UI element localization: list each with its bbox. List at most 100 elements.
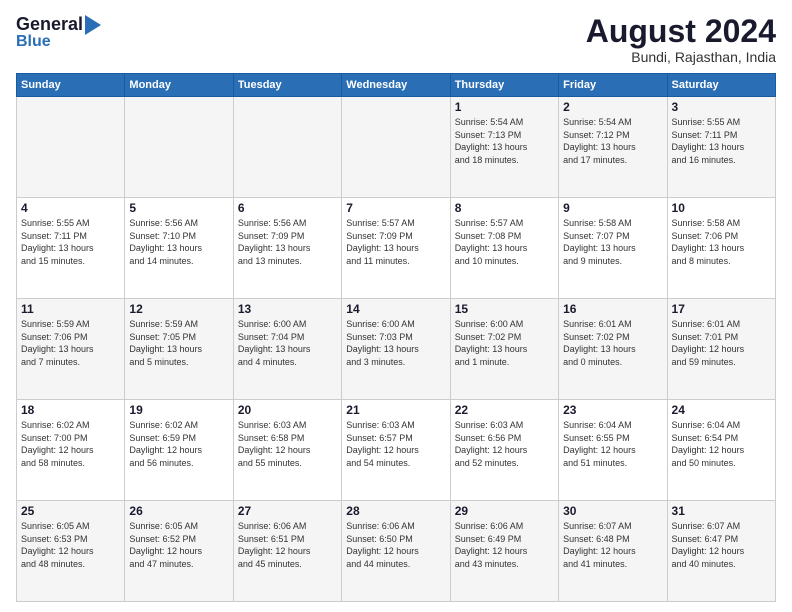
calendar-cell: 6 Sunrise: 5:56 AMSunset: 7:09 PMDaylight… bbox=[233, 198, 341, 299]
calendar-cell: 18 Sunrise: 6:02 AMSunset: 7:00 PMDayligh… bbox=[17, 400, 125, 501]
calendar-cell: 8Sunrise: 5:57 AMSunset: 7:08 PMDaylight… bbox=[450, 198, 558, 299]
calendar-body: 1Sunrise: 5:54 AMSunset: 7:13 PMDaylight… bbox=[17, 97, 776, 602]
calendar-cell: 14 Sunrise: 6:00 AMSunset: 7:03 PMDayligh… bbox=[342, 299, 450, 400]
day-number: 16 bbox=[563, 302, 662, 316]
day-info: Sunrise: 6:02 AMSunset: 7:00 PMDaylight:… bbox=[21, 419, 120, 469]
day-number: 2 bbox=[563, 100, 662, 114]
calendar-week-2: 4 Sunrise: 5:55 AMSunset: 7:11 PMDaylight… bbox=[17, 198, 776, 299]
day-number: 5 bbox=[129, 201, 228, 215]
calendar-cell: 29 Sunrise: 6:06 AMSunset: 6:49 PMDayligh… bbox=[450, 501, 558, 602]
col-tuesday: Tuesday bbox=[233, 74, 341, 97]
day-number: 13 bbox=[238, 302, 337, 316]
day-info: Sunrise: 6:03 AMSunset: 6:57 PMDaylight:… bbox=[346, 419, 445, 469]
day-number: 31 bbox=[672, 504, 771, 518]
day-info: Sunrise: 6:07 AMSunset: 6:48 PMDaylight:… bbox=[563, 520, 662, 570]
day-number: 4 bbox=[21, 201, 120, 215]
calendar-cell: 1Sunrise: 5:54 AMSunset: 7:13 PMDaylight… bbox=[450, 97, 558, 198]
calendar-cell: 2Sunrise: 5:54 AMSunset: 7:12 PMDaylight… bbox=[559, 97, 667, 198]
day-number: 27 bbox=[238, 504, 337, 518]
title-block: August 2024 Bundi, Rajasthan, India bbox=[586, 14, 776, 65]
day-number: 11 bbox=[21, 302, 120, 316]
day-info: Sunrise: 5:58 AMSunset: 7:06 PMDaylight:… bbox=[672, 217, 771, 267]
logo-blue-label: Blue bbox=[16, 33, 51, 51]
calendar-cell: 30Sunrise: 6:07 AMSunset: 6:48 PMDayligh… bbox=[559, 501, 667, 602]
day-number: 29 bbox=[455, 504, 554, 518]
day-number: 15 bbox=[455, 302, 554, 316]
calendar-cell: 27Sunrise: 6:06 AMSunset: 6:51 PMDayligh… bbox=[233, 501, 341, 602]
day-number: 26 bbox=[129, 504, 228, 518]
day-number: 19 bbox=[129, 403, 228, 417]
calendar-cell: 20Sunrise: 6:03 AMSunset: 6:58 PMDayligh… bbox=[233, 400, 341, 501]
calendar-cell bbox=[342, 97, 450, 198]
day-number: 12 bbox=[129, 302, 228, 316]
calendar-cell: 16Sunrise: 6:01 AMSunset: 7:02 PMDayligh… bbox=[559, 299, 667, 400]
day-number: 24 bbox=[672, 403, 771, 417]
main-title: August 2024 bbox=[586, 14, 776, 49]
calendar-cell: 11 Sunrise: 5:59 AMSunset: 7:06 PMDayligh… bbox=[17, 299, 125, 400]
day-info: Sunrise: 5:55 AMSunset: 7:11 PMDaylight:… bbox=[672, 116, 771, 166]
day-info: Sunrise: 6:06 AMSunset: 6:49 PMDaylight:… bbox=[455, 520, 554, 570]
col-thursday: Thursday bbox=[450, 74, 558, 97]
day-number: 14 bbox=[346, 302, 445, 316]
header-row: Sunday Monday Tuesday Wednesday Thursday… bbox=[17, 74, 776, 97]
logo-text: General bbox=[16, 14, 103, 35]
calendar-cell: 12 Sunrise: 5:59 AMSunset: 7:05 PMDayligh… bbox=[125, 299, 233, 400]
calendar-cell: 7Sunrise: 5:57 AMSunset: 7:09 PMDaylight… bbox=[342, 198, 450, 299]
day-info: Sunrise: 6:07 AMSunset: 6:47 PMDaylight:… bbox=[672, 520, 771, 570]
day-info: Sunrise: 6:00 AMSunset: 7:02 PMDaylight:… bbox=[455, 318, 554, 368]
day-info: Sunrise: 5:55 AMSunset: 7:11 PMDaylight:… bbox=[21, 217, 120, 267]
day-number: 20 bbox=[238, 403, 337, 417]
day-info: Sunrise: 6:02 AMSunset: 6:59 PMDaylight:… bbox=[129, 419, 228, 469]
day-info: Sunrise: 6:04 AMSunset: 6:55 PMDaylight:… bbox=[563, 419, 662, 469]
day-info: Sunrise: 6:00 AMSunset: 7:04 PMDaylight:… bbox=[238, 318, 337, 368]
day-number: 21 bbox=[346, 403, 445, 417]
day-info: Sunrise: 6:00 AMSunset: 7:03 PMDaylight:… bbox=[346, 318, 445, 368]
calendar-cell: 13 Sunrise: 6:00 AMSunset: 7:04 PMDayligh… bbox=[233, 299, 341, 400]
day-number: 28 bbox=[346, 504, 445, 518]
calendar-week-1: 1Sunrise: 5:54 AMSunset: 7:13 PMDaylight… bbox=[17, 97, 776, 198]
calendar-cell: 19 Sunrise: 6:02 AMSunset: 6:59 PMDayligh… bbox=[125, 400, 233, 501]
day-info: Sunrise: 5:56 AMSunset: 7:10 PMDaylight:… bbox=[129, 217, 228, 267]
calendar-cell: 22 Sunrise: 6:03 AMSunset: 6:56 PMDayligh… bbox=[450, 400, 558, 501]
calendar-cell: 28 Sunrise: 6:06 AMSunset: 6:50 PMDayligh… bbox=[342, 501, 450, 602]
logo-arrow-icon bbox=[85, 15, 101, 35]
page: General Blue August 2024 Bundi, Rajastha… bbox=[0, 0, 792, 612]
calendar-cell: 4 Sunrise: 5:55 AMSunset: 7:11 PMDaylight… bbox=[17, 198, 125, 299]
col-sunday: Sunday bbox=[17, 74, 125, 97]
col-saturday: Saturday bbox=[667, 74, 775, 97]
calendar-week-4: 18 Sunrise: 6:02 AMSunset: 7:00 PMDayligh… bbox=[17, 400, 776, 501]
day-info: Sunrise: 6:06 AMSunset: 6:50 PMDaylight:… bbox=[346, 520, 445, 570]
calendar-cell: 21 Sunrise: 6:03 AMSunset: 6:57 PMDayligh… bbox=[342, 400, 450, 501]
logo: General Blue bbox=[16, 14, 103, 51]
day-number: 18 bbox=[21, 403, 120, 417]
day-info: Sunrise: 6:05 AMSunset: 6:52 PMDaylight:… bbox=[129, 520, 228, 570]
calendar-cell: 23 Sunrise: 6:04 AMSunset: 6:55 PMDayligh… bbox=[559, 400, 667, 501]
calendar-table: Sunday Monday Tuesday Wednesday Thursday… bbox=[16, 73, 776, 602]
day-info: Sunrise: 5:59 AMSunset: 7:05 PMDaylight:… bbox=[129, 318, 228, 368]
calendar-cell bbox=[125, 97, 233, 198]
day-info: Sunrise: 5:56 AMSunset: 7:09 PMDaylight:… bbox=[238, 217, 337, 267]
day-number: 1 bbox=[455, 100, 554, 114]
col-monday: Monday bbox=[125, 74, 233, 97]
day-info: Sunrise: 5:59 AMSunset: 7:06 PMDaylight:… bbox=[21, 318, 120, 368]
day-info: Sunrise: 6:03 AMSunset: 6:56 PMDaylight:… bbox=[455, 419, 554, 469]
day-info: Sunrise: 6:04 AMSunset: 6:54 PMDaylight:… bbox=[672, 419, 771, 469]
day-info: Sunrise: 6:01 AMSunset: 7:01 PMDaylight:… bbox=[672, 318, 771, 368]
day-number: 22 bbox=[455, 403, 554, 417]
day-info: Sunrise: 5:58 AMSunset: 7:07 PMDaylight:… bbox=[563, 217, 662, 267]
day-number: 6 bbox=[238, 201, 337, 215]
calendar-week-5: 25Sunrise: 6:05 AMSunset: 6:53 PMDayligh… bbox=[17, 501, 776, 602]
col-friday: Friday bbox=[559, 74, 667, 97]
calendar-cell bbox=[233, 97, 341, 198]
day-info: Sunrise: 6:05 AMSunset: 6:53 PMDaylight:… bbox=[21, 520, 120, 570]
day-number: 10 bbox=[672, 201, 771, 215]
col-wednesday: Wednesday bbox=[342, 74, 450, 97]
calendar-cell: 26 Sunrise: 6:05 AMSunset: 6:52 PMDayligh… bbox=[125, 501, 233, 602]
day-number: 17 bbox=[672, 302, 771, 316]
day-number: 23 bbox=[563, 403, 662, 417]
calendar-cell: 17 Sunrise: 6:01 AMSunset: 7:01 PMDayligh… bbox=[667, 299, 775, 400]
day-info: Sunrise: 5:57 AMSunset: 7:08 PMDaylight:… bbox=[455, 217, 554, 267]
calendar-cell: 10 Sunrise: 5:58 AMSunset: 7:06 PMDayligh… bbox=[667, 198, 775, 299]
calendar-cell: 5 Sunrise: 5:56 AMSunset: 7:10 PMDaylight… bbox=[125, 198, 233, 299]
day-number: 7 bbox=[346, 201, 445, 215]
